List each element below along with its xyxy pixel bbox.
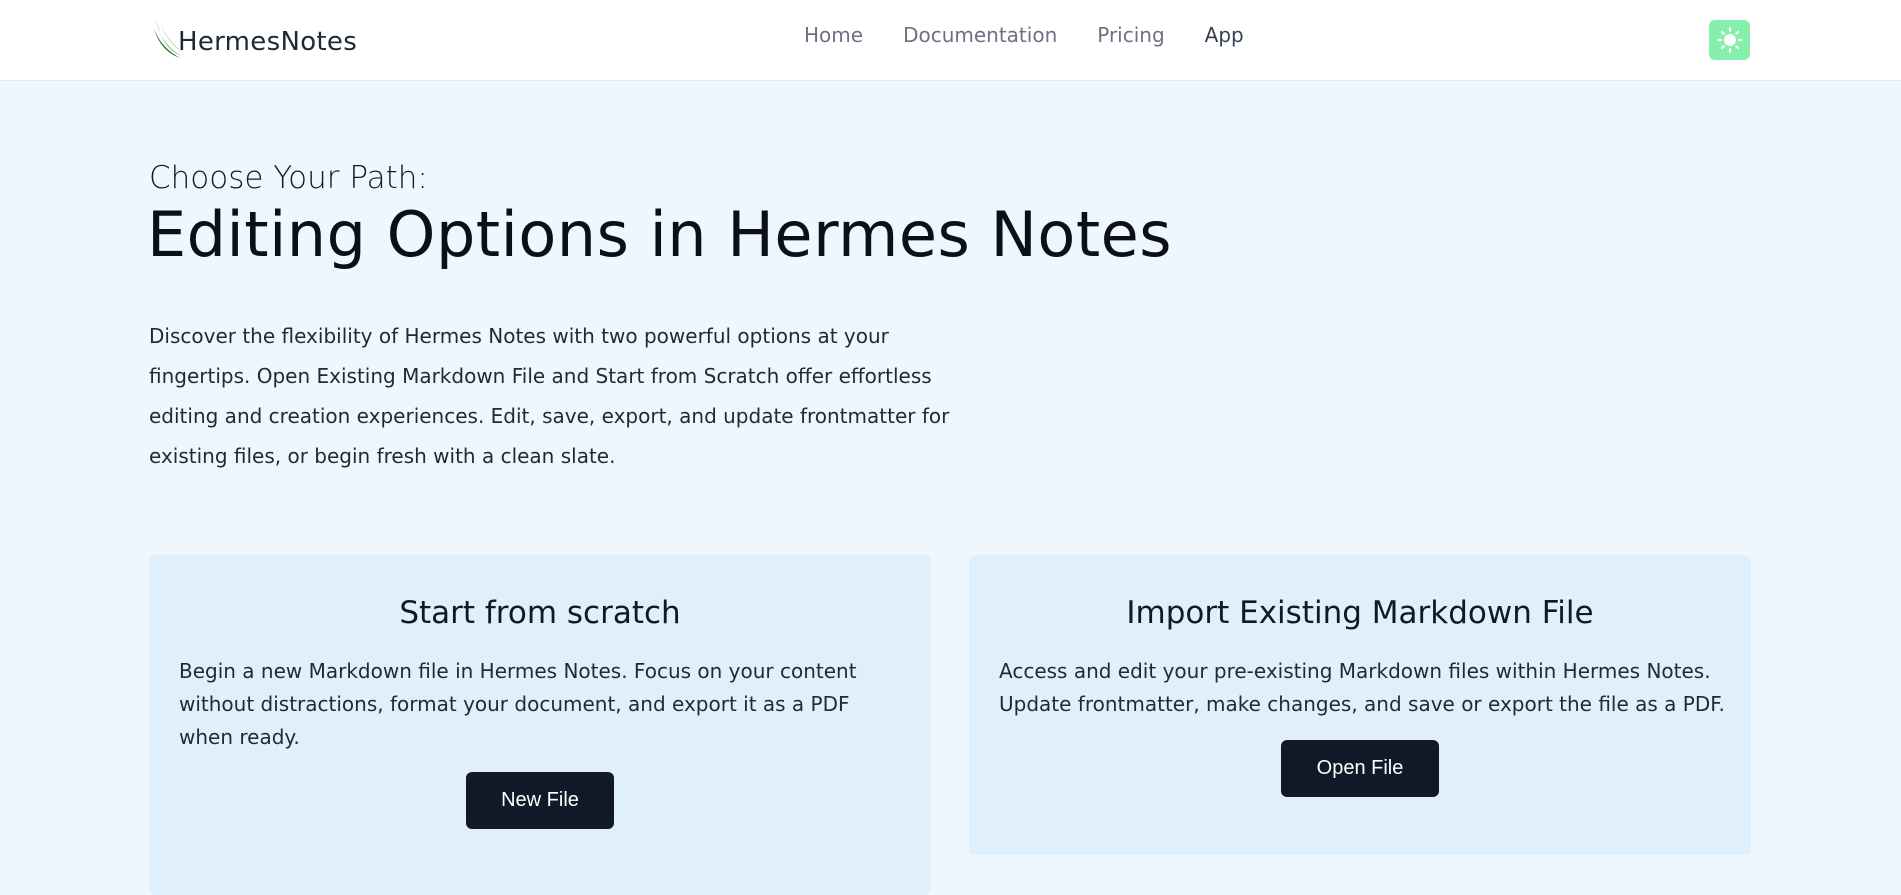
open-file-button[interactable]: Open File [1281,740,1439,797]
sun-icon [1716,27,1743,53]
nav-link-documentation[interactable]: Documentation [903,20,1057,50]
card-title: Start from scratch [399,595,681,631]
new-file-button[interactable]: New File [466,772,614,829]
nav-links: Home Documentation Pricing App [804,20,1284,50]
nav-link-app[interactable]: App [1205,20,1244,50]
hero-kicker: Choose Your Path: [149,160,428,196]
import-markdown-card: Import Existing Markdown File Access and… [969,555,1751,855]
hero-intro: Discover the flexibility of Hermes Notes… [149,324,950,468]
card-description: Begin a new Markdown file in Hermes Note… [179,659,857,749]
brand-logo[interactable]: HermesNotes [152,18,357,60]
theme-toggle-button[interactable] [1709,20,1750,60]
nav-link-home[interactable]: Home [804,20,863,50]
brand-name: HermesNotes [178,27,358,57]
nav-link-pricing[interactable]: Pricing [1097,20,1164,50]
start-from-scratch-card: Start from scratch Begin a new Markdown … [149,555,931,895]
card-description: Access and edit your pre-existing Markdo… [999,659,1725,716]
card-title: Import Existing Markdown File [1126,595,1594,631]
page-title: Editing Options in Hermes Notes [147,198,1173,271]
navbar: HermesNotes Home Documentation Pricing A… [0,0,1901,81]
